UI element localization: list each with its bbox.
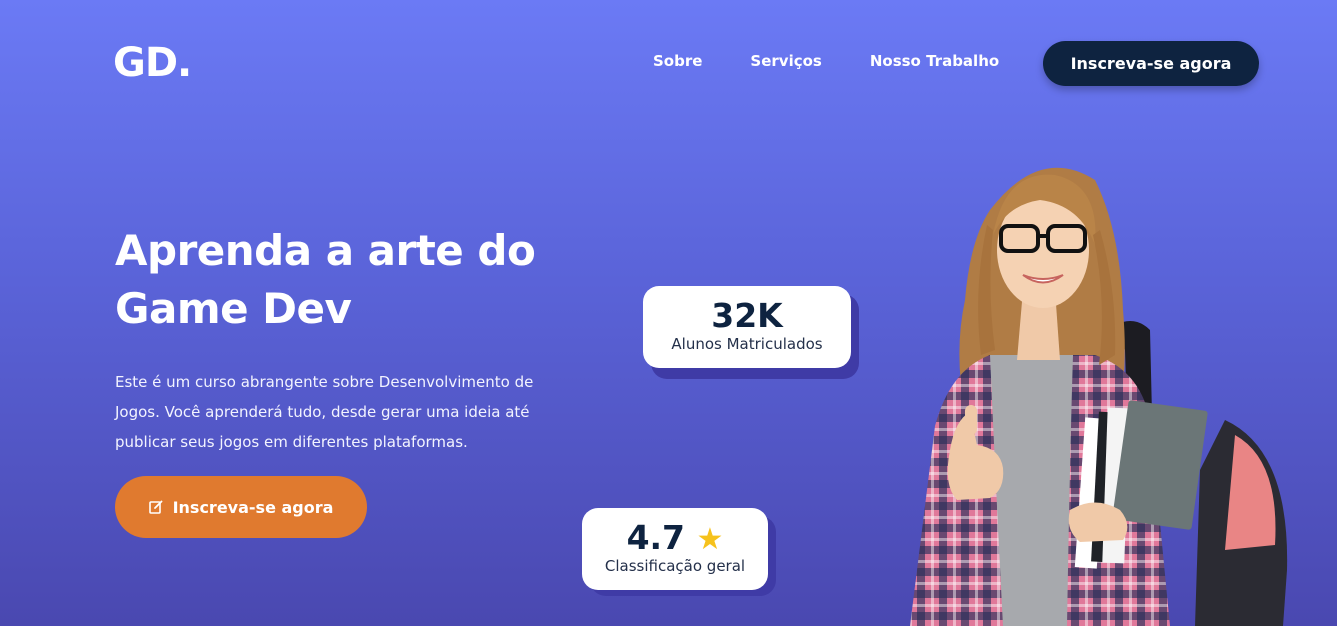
- edit-icon: [148, 500, 162, 514]
- hero-signup-button[interactable]: Inscreva-se agora: [115, 476, 367, 538]
- students-stat: 32K Alunos Matriculados: [643, 286, 851, 368]
- nav-link-servicos[interactable]: Serviços: [750, 52, 821, 70]
- hero-title-line2: Game Dev: [115, 284, 352, 333]
- students-label: Alunos Matriculados: [671, 335, 823, 353]
- main-nav: Sobre Serviços Nosso Trabalho: [653, 52, 999, 70]
- rating-value-row: 4.7 ★: [582, 518, 768, 557]
- logo[interactable]: GD.: [113, 40, 192, 86]
- hero-signup-label: Inscreva-se agora: [172, 497, 334, 517]
- nav-link-nosso-trabalho[interactable]: Nosso Trabalho: [870, 52, 999, 70]
- star-icon: ★: [696, 522, 724, 557]
- student-image: [910, 167, 1288, 626]
- hero-title: Aprenda a arte do Game Dev: [115, 222, 585, 338]
- students-count: 32K: [711, 296, 783, 335]
- hero-title-line1: Aprenda a arte do: [115, 226, 536, 275]
- hero-description: Este é um curso abrangente sobre Desenvo…: [115, 373, 534, 451]
- rating-value: 4.7: [626, 518, 686, 557]
- rating-label: Classificação geral: [604, 557, 746, 575]
- header-signup-button[interactable]: Inscreva-se agora: [1043, 41, 1259, 86]
- nav-link-sobre[interactable]: Sobre: [653, 52, 702, 70]
- rating-stat: 4.7 ★ Classificação geral: [582, 508, 768, 590]
